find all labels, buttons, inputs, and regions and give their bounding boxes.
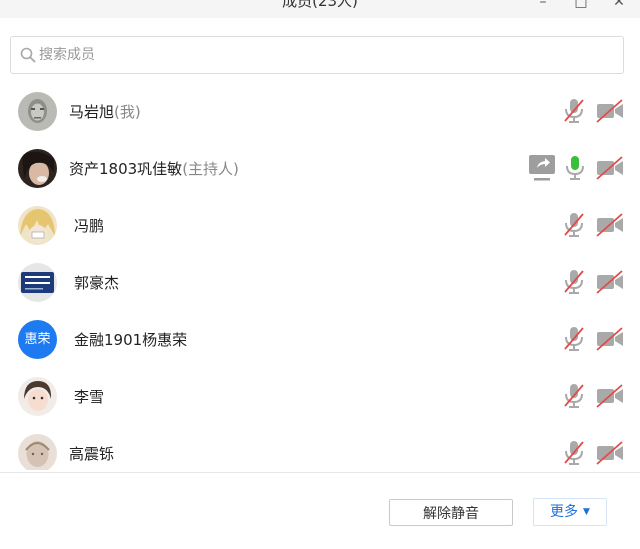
member-name-text: 李雪 bbox=[74, 388, 105, 406]
search-icon bbox=[20, 47, 36, 63]
member-row[interactable]: 惠荣 金融1901杨惠荣 bbox=[0, 310, 640, 367]
mic-muted-icon[interactable] bbox=[562, 325, 586, 353]
title-bar: 成员(23人) – □ ✕ bbox=[0, 0, 640, 18]
member-row[interactable]: 冯鹏 bbox=[0, 196, 640, 253]
member-name-text: 马岩旭 bbox=[69, 103, 115, 121]
maximize-button[interactable]: □ bbox=[570, 0, 592, 13]
member-name-text: 郭豪杰 bbox=[74, 274, 120, 292]
member-name: 马岩旭(我) bbox=[69, 101, 141, 122]
avatar bbox=[18, 377, 57, 416]
mic-muted-icon[interactable] bbox=[562, 97, 586, 125]
avatar bbox=[18, 149, 57, 188]
member-row[interactable]: 马岩旭(我) bbox=[0, 82, 640, 139]
member-tag: (主持人) bbox=[182, 160, 239, 178]
member-name: 资产1803巩佳敏(主持人) bbox=[69, 158, 239, 179]
mic-muted-icon[interactable] bbox=[562, 211, 586, 239]
more-button[interactable]: 更多 ▼ bbox=[533, 498, 607, 526]
chevron-down-icon: ▼ bbox=[583, 507, 590, 517]
member-row[interactable]: 资产1803巩佳敏(主持人) bbox=[0, 139, 640, 196]
member-row[interactable]: 高震铄 bbox=[0, 424, 640, 470]
camera-off-icon[interactable] bbox=[596, 154, 624, 182]
avatar bbox=[18, 263, 57, 302]
camera-off-icon[interactable] bbox=[596, 211, 624, 239]
camera-off-icon[interactable] bbox=[596, 97, 624, 125]
member-name: 金融1901杨惠荣 bbox=[74, 329, 187, 350]
member-name-text: 金融1901杨惠荣 bbox=[74, 331, 188, 349]
more-label: 更多 bbox=[550, 504, 579, 520]
member-name-text: 冯鹏 bbox=[74, 217, 105, 235]
member-name-text: 资产1803巩佳敏 bbox=[69, 160, 183, 178]
member-name: 郭豪杰 bbox=[74, 272, 119, 293]
member-name: 冯鹏 bbox=[74, 215, 104, 236]
mic-active-icon[interactable] bbox=[563, 154, 587, 182]
mic-muted-icon[interactable] bbox=[562, 382, 586, 410]
camera-off-icon[interactable] bbox=[596, 439, 624, 467]
search-input[interactable] bbox=[39, 37, 609, 73]
camera-off-icon[interactable] bbox=[596, 382, 624, 410]
search-box[interactable] bbox=[10, 36, 624, 74]
avatar bbox=[18, 206, 57, 245]
unmute-all-button[interactable]: 解除静音 bbox=[389, 499, 513, 526]
avatar: 惠荣 bbox=[18, 320, 57, 359]
mic-muted-icon[interactable] bbox=[562, 268, 586, 296]
member-name-text: 高震铄 bbox=[69, 445, 115, 463]
mic-muted-icon[interactable] bbox=[562, 439, 586, 467]
member-row[interactable]: 李雪 bbox=[0, 367, 640, 424]
avatar bbox=[18, 434, 57, 470]
minimize-button[interactable]: – bbox=[532, 0, 554, 13]
member-list[interactable]: 马岩旭(我) 资产1803巩佳敏(主持人) 冯鹏 郭豪杰 惠荣 金融1901杨惠… bbox=[0, 82, 640, 470]
member-name: 李雪 bbox=[74, 386, 104, 407]
footer-bar: 解除静音 更多 ▼ bbox=[0, 472, 640, 549]
member-row[interactable]: 郭豪杰 bbox=[0, 253, 640, 310]
member-tag: (我) bbox=[114, 103, 141, 121]
avatar bbox=[18, 92, 57, 131]
camera-off-icon[interactable] bbox=[596, 268, 624, 296]
screen-share-icon[interactable] bbox=[528, 153, 556, 183]
close-button[interactable]: ✕ bbox=[608, 0, 630, 13]
camera-off-icon[interactable] bbox=[596, 325, 624, 353]
member-name: 高震铄 bbox=[69, 443, 114, 464]
